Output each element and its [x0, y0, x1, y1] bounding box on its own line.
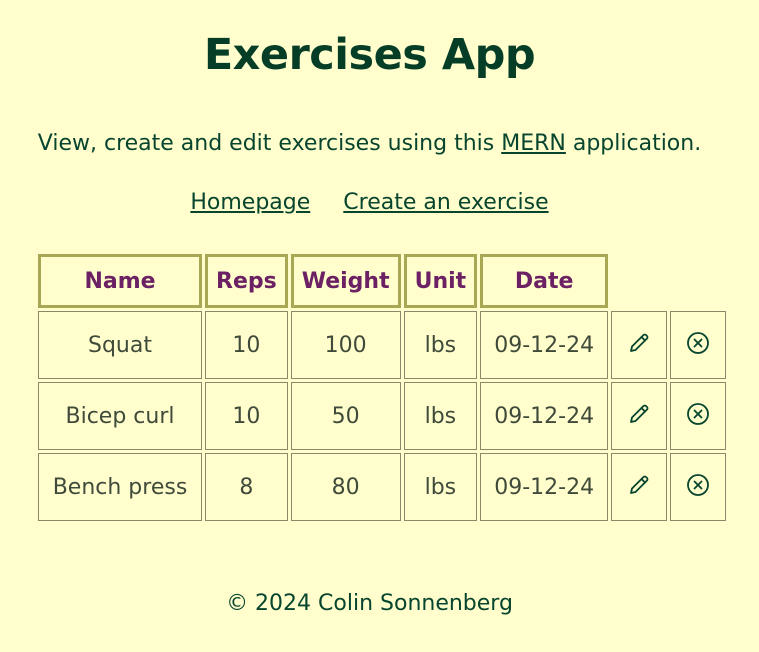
- intro-after: application.: [565, 131, 702, 156]
- exercise-name: Squat: [38, 311, 202, 379]
- exercise-date: 09-12-24: [480, 311, 609, 379]
- column-header-unit: Unit: [403, 254, 478, 308]
- column-header-weight: Weight: [290, 254, 401, 308]
- column-header-edit-empty: [611, 254, 667, 308]
- intro-before: View, create and edit exercises using th…: [37, 131, 502, 156]
- page-title: Exercises App: [203, 30, 536, 80]
- column-header-date: Date: [480, 254, 609, 308]
- exercise-weight: 80: [290, 453, 401, 521]
- exercise-name: Bicep curl: [38, 382, 202, 450]
- edit-cell: [611, 453, 668, 521]
- exercise-date: 09-12-24: [480, 382, 609, 450]
- edit-cell: [611, 311, 668, 379]
- circle-x-icon[interactable]: [686, 402, 710, 426]
- intro-text: View, create and edit exercises using th…: [0, 131, 739, 156]
- exercises-table: Name Reps Weight Unit Date Squat 10 100 …: [35, 251, 729, 524]
- delete-cell: [670, 382, 727, 450]
- circle-x-icon[interactable]: [686, 473, 710, 497]
- exercise-unit: lbs: [403, 453, 478, 521]
- exercise-weight: 100: [290, 311, 401, 379]
- table-header-row: Name Reps Weight Unit Date: [38, 254, 726, 308]
- exercise-unit: lbs: [403, 382, 478, 450]
- pencil-icon[interactable]: [627, 331, 651, 355]
- exercise-reps: 10: [205, 382, 288, 450]
- main-nav: Homepage Create an exercise: [0, 190, 739, 215]
- edit-cell: [611, 382, 668, 450]
- pencil-icon[interactable]: [627, 473, 651, 497]
- delete-cell: [670, 311, 727, 379]
- pencil-icon[interactable]: [627, 402, 651, 426]
- column-header-delete-empty: [670, 254, 726, 308]
- exercise-unit: lbs: [403, 311, 478, 379]
- table-row: Squat 10 100 lbs 09-12-24: [38, 311, 727, 379]
- nav-create-exercise-link[interactable]: Create an exercise: [343, 190, 548, 215]
- column-header-reps: Reps: [205, 254, 288, 308]
- mern-link[interactable]: MERN: [501, 131, 566, 156]
- exercise-reps: 10: [205, 311, 288, 379]
- page-footer: © 2024 Colin Sonnenberg: [226, 591, 513, 616]
- app-page: Exercises App View, create and edit exer…: [0, 0, 759, 652]
- circle-x-icon[interactable]: [686, 331, 710, 355]
- table-row: Bicep curl 10 50 lbs 09-12-24: [38, 382, 727, 450]
- column-header-name: Name: [38, 254, 202, 308]
- table-row: Bench press 8 80 lbs 09-12-24: [38, 453, 727, 521]
- nav-homepage-link[interactable]: Homepage: [190, 190, 310, 215]
- exercise-weight: 50: [290, 382, 401, 450]
- exercise-date: 09-12-24: [480, 453, 609, 521]
- delete-cell: [670, 453, 727, 521]
- exercise-name: Bench press: [38, 453, 202, 521]
- exercise-reps: 8: [205, 453, 288, 521]
